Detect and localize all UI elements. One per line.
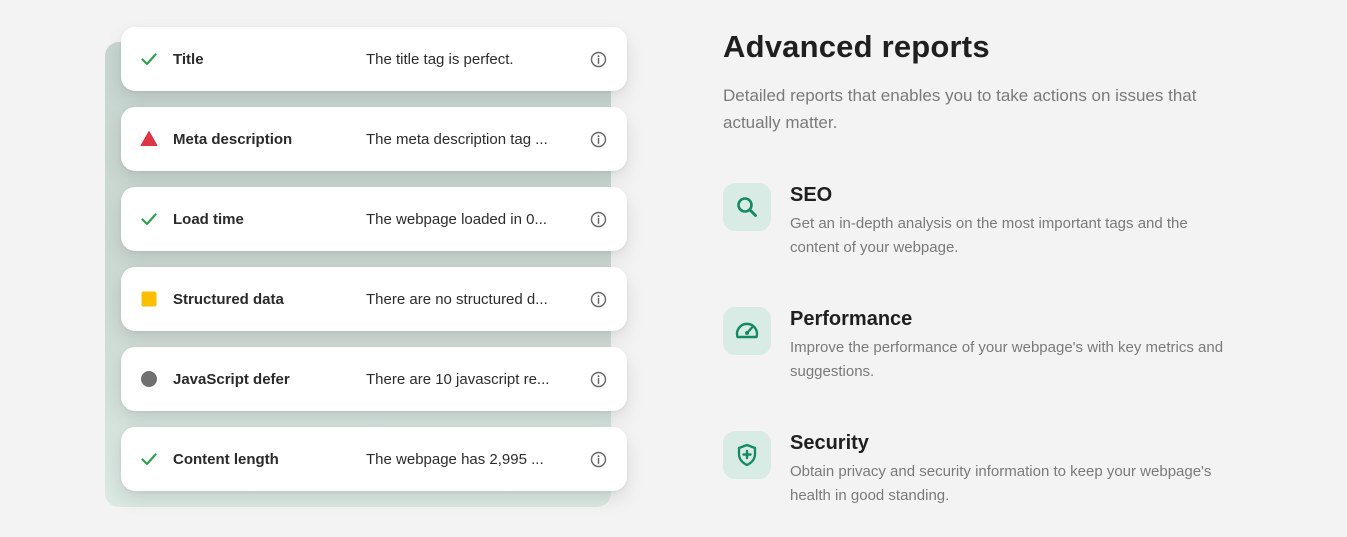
info-icon[interactable]: [590, 131, 607, 148]
check-card-content-length: Content length The webpage has 2,995 ...: [121, 427, 627, 491]
info-icon[interactable]: [590, 291, 607, 308]
section-title: Advanced reports: [723, 29, 990, 64]
check-message: The meta description tag ...: [366, 130, 548, 148]
checkmark-icon: [140, 50, 158, 68]
check-name: Load time: [173, 210, 244, 228]
feature-name: Performance: [790, 308, 913, 330]
speedometer-icon: [723, 307, 771, 355]
checkmark-icon: [140, 450, 158, 468]
checkmark-icon: [140, 210, 158, 228]
check-message: The webpage has 2,995 ...: [366, 450, 544, 468]
warning-triangle-icon: [140, 130, 158, 148]
check-message: The webpage loaded in 0...: [366, 210, 547, 228]
check-card-title: Title The title tag is perfect.: [121, 27, 627, 91]
feature-name: SEO: [790, 184, 833, 206]
check-name: Meta description: [173, 130, 293, 148]
check-name: Content length: [173, 450, 279, 468]
check-name: JavaScript defer: [173, 370, 290, 388]
feature-description: Obtain privacy and security information …: [790, 463, 1212, 504]
check-name: Title: [173, 50, 204, 68]
section-subtitle: Detailed reports that enables you to tak…: [723, 86, 1197, 132]
check-card-meta-description: Meta description The meta description ta…: [121, 107, 627, 171]
feature-name: Security: [790, 432, 869, 454]
square-icon: [140, 290, 158, 308]
info-icon[interactable]: [590, 371, 607, 388]
feature-description: Improve the performance of your webpage'…: [790, 339, 1224, 380]
feature-description: Get an in-depth analysis on the most imp…: [790, 215, 1188, 256]
shield-plus-icon: [723, 431, 771, 479]
check-name: Structured data: [173, 290, 284, 308]
info-icon[interactable]: [590, 211, 607, 228]
check-card-load-time: Load time The webpage loaded in 0...: [121, 187, 627, 251]
check-message: There are no structured d...: [366, 290, 548, 308]
info-icon[interactable]: [590, 51, 607, 68]
check-card-javascript-defer: JavaScript defer There are 10 javascript…: [121, 347, 627, 411]
search-icon: [723, 183, 771, 231]
check-card-structured-data: Structured data There are no structured …: [121, 267, 627, 331]
check-message: There are 10 javascript re...: [366, 370, 550, 388]
circle-icon: [140, 370, 158, 388]
check-message: The title tag is perfect.: [366, 50, 514, 68]
info-icon[interactable]: [590, 451, 607, 468]
